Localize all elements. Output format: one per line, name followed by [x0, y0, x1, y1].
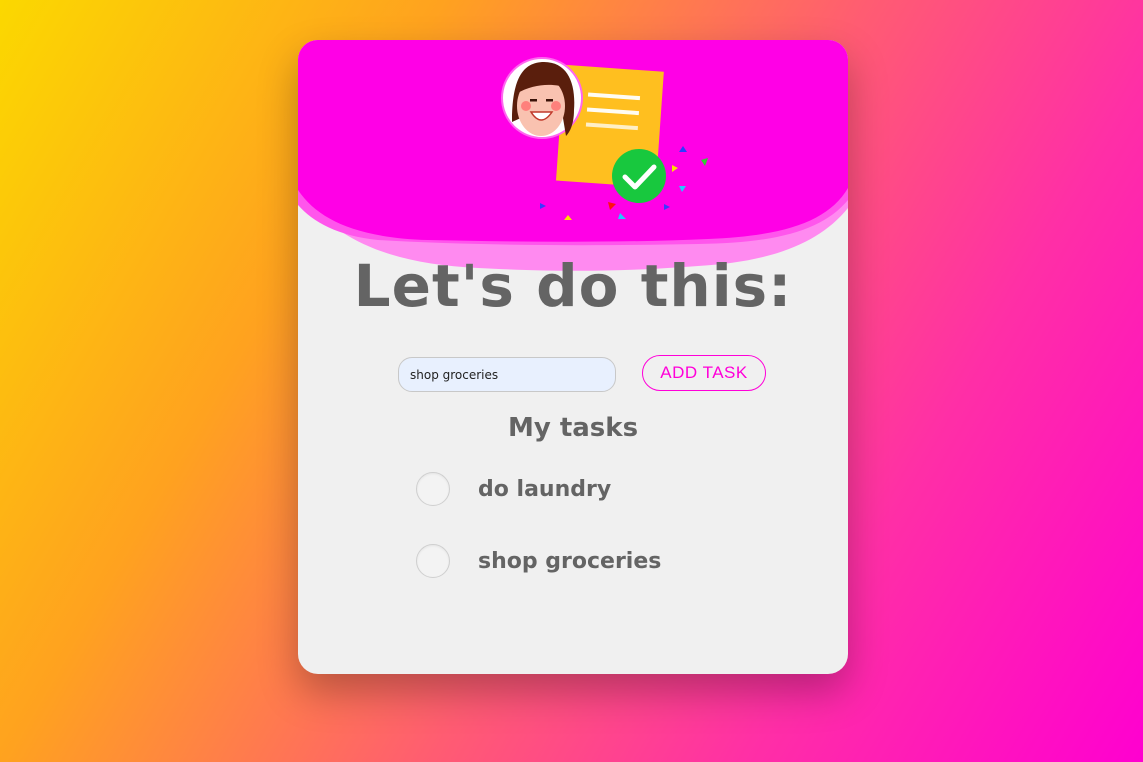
- checkmark-icon: [612, 149, 666, 203]
- add-task-button[interactable]: ADD TASK: [642, 355, 766, 391]
- page-title: Let's do this:: [353, 252, 793, 320]
- todo-card: Let's do this: ADD TASK My tasks do laun…: [298, 40, 848, 674]
- avatar-icon: [501, 57, 583, 139]
- task-label: shop groceries: [478, 548, 662, 574]
- task-checkbox[interactable]: [416, 472, 450, 506]
- task-input[interactable]: [398, 357, 616, 392]
- task-item: shop groceries: [416, 542, 661, 580]
- task-label: do laundry: [478, 476, 612, 502]
- task-item: do laundry: [416, 470, 611, 508]
- task-checkbox[interactable]: [416, 544, 450, 578]
- tasks-heading: My tasks: [507, 413, 639, 443]
